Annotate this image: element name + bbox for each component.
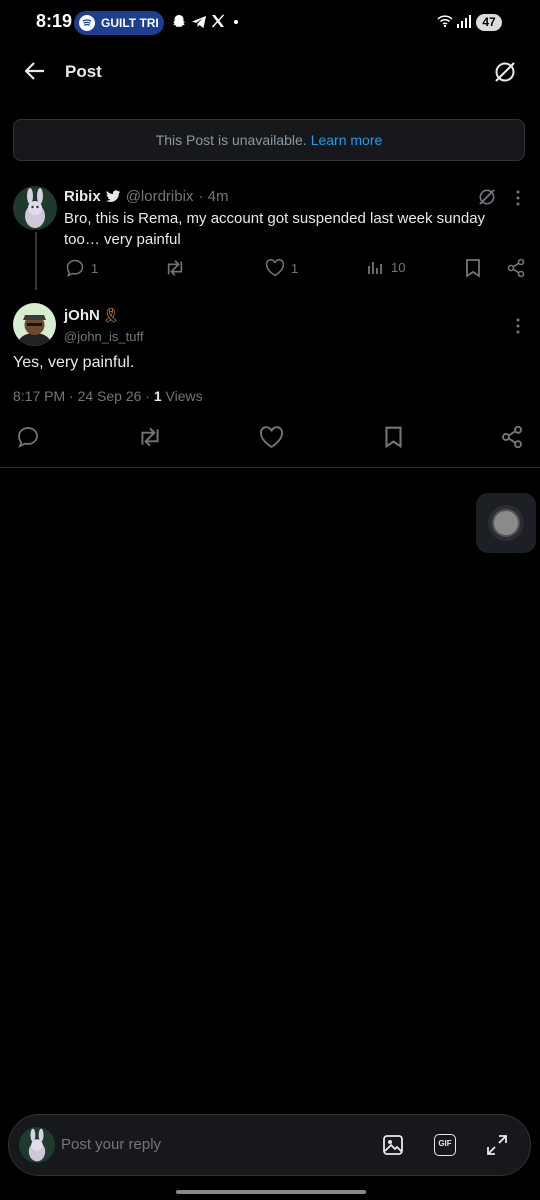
reply-composer[interactable]: Post your reply GIF — [8, 1114, 531, 1176]
views-chart-icon — [368, 262, 382, 274]
main-author-handle[interactable]: @john_is_tuff — [64, 329, 143, 344]
comment-icon — [18, 427, 38, 448]
more-vertical-icon — [516, 190, 520, 206]
bookmark-icon — [385, 426, 402, 449]
status-time: 8:19 — [36, 11, 73, 31]
main-bookmark-button[interactable] — [383, 425, 404, 449]
expand-icon — [487, 1135, 507, 1155]
heart-icon — [260, 426, 283, 448]
media-pill-text: GUILT TRI — [101, 16, 159, 30]
page-title: Post — [65, 62, 102, 81]
reply-post-header: Ribix @lordribix · 4m — [64, 188, 228, 205]
notification-dot — [234, 20, 238, 24]
composer-avatar — [19, 1127, 55, 1163]
reply-grok-button[interactable] — [477, 187, 497, 207]
main-post-text: Yes, very painful. — [13, 354, 135, 371]
main-comment-button[interactable] — [16, 425, 40, 449]
unavailable-banner: This Post is unavailable. Learn more — [13, 119, 525, 161]
reply-bookmark-button[interactable] — [464, 258, 482, 278]
home-indicator[interactable] — [176, 1190, 366, 1194]
telegram-icon — [191, 14, 207, 30]
reply-text: Bro, this is Rema, my account got suspen… — [64, 210, 486, 248]
spotify-icon — [79, 15, 95, 31]
reply-input[interactable]: Post your reply — [61, 1136, 161, 1153]
avatar-john[interactable] — [13, 303, 56, 346]
reply-share-button[interactable] — [506, 258, 526, 278]
reply-like-button[interactable]: 1 — [265, 258, 298, 278]
main-like-button[interactable] — [259, 426, 284, 449]
reply-comment-button[interactable]: 1 — [65, 258, 98, 278]
status-bar: 8:19 GUILT TRI 47 — [0, 0, 540, 44]
main-post-timestamp: 8:17 PM · 24 Sep 26 · — [13, 388, 154, 404]
main-post-views-label: Views — [161, 388, 203, 404]
divider — [0, 467, 540, 468]
avatar-ribix[interactable] — [13, 186, 57, 230]
bookmark-icon — [466, 259, 480, 278]
main-share-button[interactable] — [500, 425, 524, 449]
image-icon — [383, 1135, 403, 1155]
x-icon — [211, 14, 225, 28]
image-button[interactable] — [382, 1134, 404, 1156]
reply-author-handle[interactable]: @lordribix — [126, 188, 194, 205]
reply-views-count: 10 — [391, 259, 406, 275]
reply-repost-button[interactable] — [164, 258, 186, 278]
grok-icon — [495, 62, 515, 82]
reply-more-button[interactable] — [511, 189, 525, 207]
assistive-touch-icon — [488, 505, 524, 541]
main-repost-button[interactable] — [137, 425, 163, 449]
main-post-views-count: 1 — [153, 388, 162, 404]
reply-comment-count: 1 — [91, 260, 99, 276]
grok-button[interactable] — [493, 60, 517, 84]
main-post-header: jOhN 🎗 — [64, 307, 120, 324]
ribbon-emoji-icon: 🎗 — [101, 307, 120, 323]
floating-assistive-button[interactable] — [476, 493, 536, 553]
main-author-name[interactable]: jOhN — [64, 307, 100, 324]
bird-badge-icon — [105, 190, 121, 203]
reply-author-name[interactable]: Ribix — [64, 188, 101, 205]
repost-icon — [167, 260, 183, 276]
wifi-icon — [437, 14, 453, 28]
grok-icon — [479, 189, 495, 205]
back-arrow-icon — [24, 62, 44, 80]
signal-icon — [457, 15, 471, 28]
comment-icon — [66, 259, 84, 277]
more-vertical-icon — [516, 318, 520, 334]
snapchat-icon — [171, 14, 187, 30]
learn-more-link[interactable]: Learn more — [311, 132, 383, 148]
reply-time: · 4m — [198, 188, 229, 205]
media-pill[interactable]: GUILT TRI — [74, 11, 164, 35]
expand-button[interactable] — [486, 1134, 508, 1156]
main-more-button[interactable] — [511, 317, 525, 335]
gif-button[interactable]: GIF — [434, 1134, 456, 1156]
reply-views-button[interactable]: 10 — [367, 258, 405, 276]
share-icon — [507, 258, 525, 278]
repost-icon — [141, 427, 159, 447]
main-post-meta: 8:17 PM · 24 Sep 26 · 1 Views — [13, 388, 203, 404]
battery-indicator: 47 — [476, 14, 502, 31]
reply-like-count: 1 — [291, 260, 299, 276]
back-button[interactable] — [24, 61, 46, 81]
share-icon — [502, 425, 522, 449]
thread-line — [35, 232, 37, 290]
heart-icon — [265, 259, 285, 277]
unavailable-text: This Post is unavailable. — [155, 132, 307, 148]
